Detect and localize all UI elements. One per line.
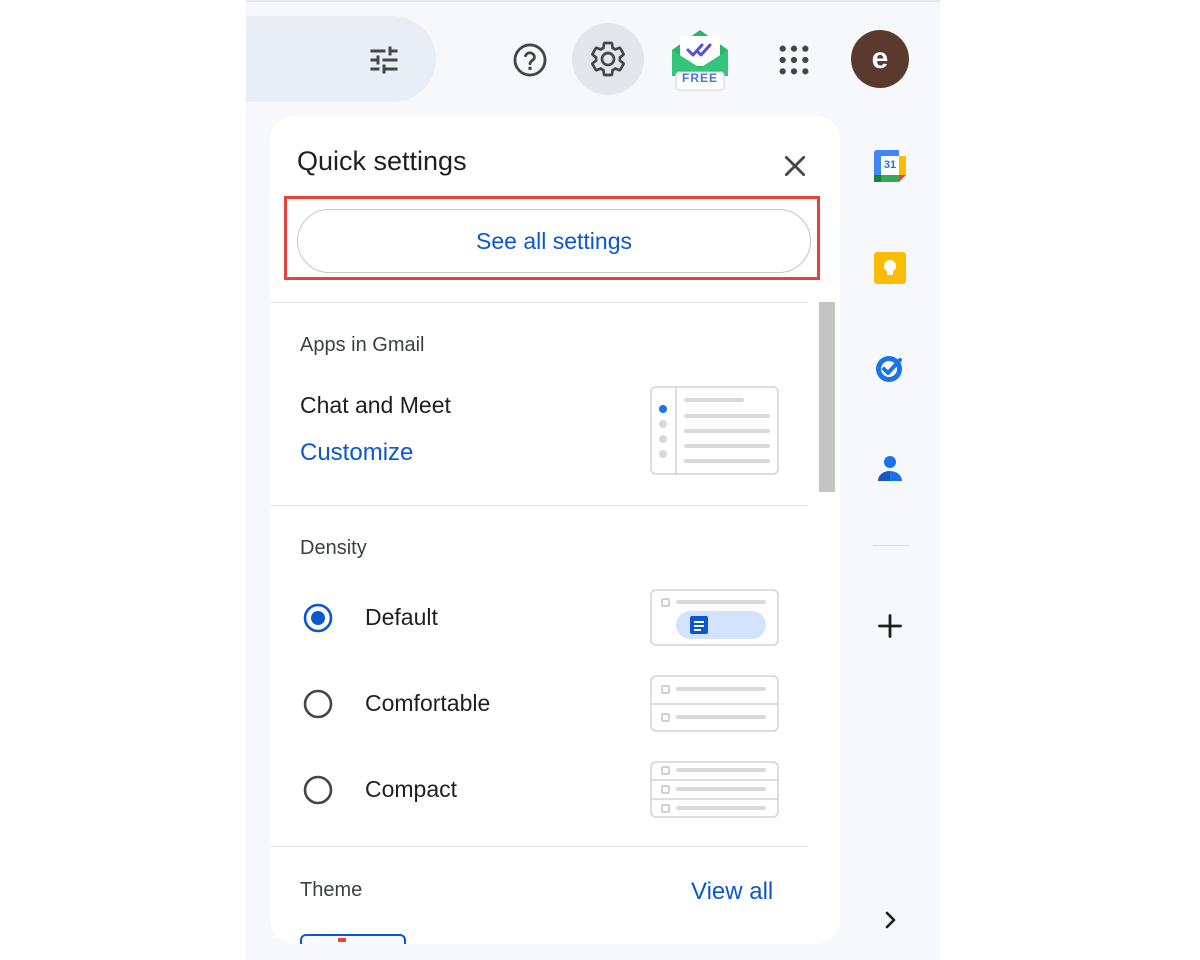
account-avatar[interactable]: e [851, 30, 909, 88]
gmail-window: FREE e 31 Quick settings See all setting… [246, 0, 940, 960]
section-divider [270, 302, 808, 303]
density-comfortable-label: Comfortable [365, 690, 491, 716]
density-label: Density [300, 537, 367, 559]
extension-button[interactable]: FREE [668, 24, 732, 94]
get-addons-button[interactable] [868, 604, 912, 648]
density-compact-label: Compact [365, 776, 458, 802]
radio-unselected-icon [303, 689, 333, 719]
keep-side-button[interactable] [868, 246, 912, 290]
google-contacts-icon [878, 456, 902, 481]
help-circle-icon [513, 43, 547, 77]
close-quick-settings-button[interactable] [773, 144, 817, 188]
top-border [246, 0, 940, 2]
support-button[interactable] [505, 35, 555, 85]
view-all-themes-link[interactable]: View all [691, 878, 773, 906]
see-all-settings-button[interactable]: See all settings [297, 209, 811, 273]
density-compact-radio[interactable] [301, 773, 335, 807]
radio-selected-icon [303, 603, 333, 633]
theme-label: Theme [300, 879, 363, 901]
theme-thumbnail-accent [338, 938, 346, 942]
quick-settings-title: Quick settings [297, 146, 467, 176]
settings-button[interactable] [572, 23, 644, 95]
chat-and-meet-label: Chat and Meet [300, 392, 451, 418]
radio-unselected-icon [303, 775, 333, 805]
density-default-label: Default [365, 604, 438, 630]
google-apps-button[interactable] [769, 35, 819, 85]
density-comfortable-radio[interactable] [301, 687, 335, 721]
show-side-panel-button[interactable] [868, 898, 912, 942]
chat-meet-preview-image [650, 386, 779, 475]
theme-thumbnail-default[interactable] [300, 934, 406, 944]
gear-icon [591, 41, 625, 77]
density-compact-preview [650, 761, 779, 818]
contacts-side-button[interactable] [868, 446, 912, 490]
density-default-preview [650, 589, 779, 646]
google-tasks-icon [876, 356, 902, 382]
tasks-side-button[interactable] [868, 346, 912, 390]
customize-link[interactable]: Customize [300, 439, 413, 467]
calendar-day-number: 31 [883, 159, 897, 171]
apps-grid-icon [779, 45, 809, 75]
free-badge: FREE [681, 71, 718, 85]
chevron-right-icon [885, 911, 896, 929]
search-options-button[interactable] [359, 35, 409, 85]
tune-icon [370, 46, 398, 74]
plus-icon [878, 614, 902, 638]
quick-settings-scrollbar[interactable] [819, 302, 835, 492]
density-default-radio[interactable] [301, 601, 335, 635]
google-keep-icon [874, 252, 906, 284]
density-comfortable-preview [650, 675, 779, 732]
quick-settings-panel: Quick settings See all settings Apps in … [270, 116, 840, 944]
apps-in-gmail-label: Apps in Gmail [300, 334, 425, 356]
close-icon [784, 155, 806, 177]
section-divider [270, 505, 808, 506]
side-panel-divider [873, 545, 909, 546]
calendar-side-button[interactable]: 31 [868, 144, 912, 188]
section-divider [270, 846, 808, 847]
